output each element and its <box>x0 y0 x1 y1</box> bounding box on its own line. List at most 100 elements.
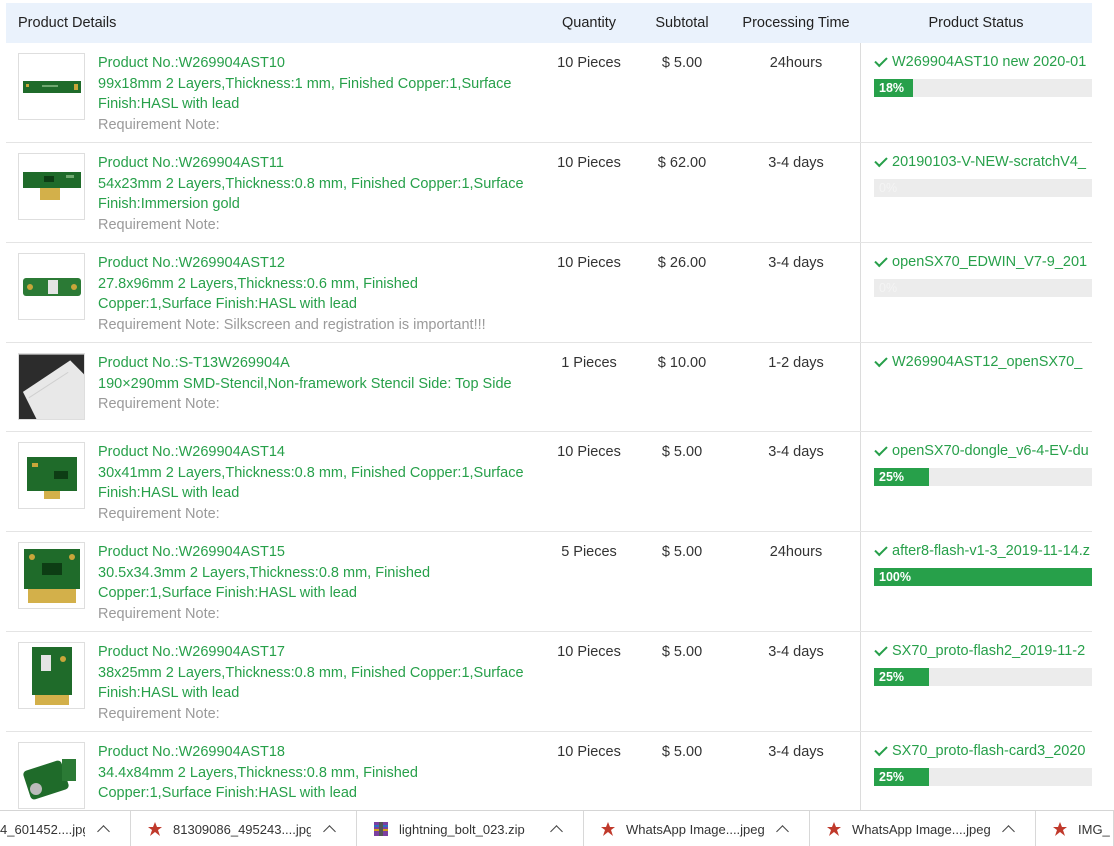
product-details-cell: Product No.:W269904AST11 54x23mm 2 Layer… <box>6 143 546 242</box>
product-thumbnail[interactable] <box>18 353 85 420</box>
subtotal-cell: $ 5.00 <box>661 644 703 660</box>
product-number[interactable]: Product No.:W269904AST11 <box>98 153 524 174</box>
product-spec-line1: 30.5x34.3mm 2 Layers,Thickness:0.8 mm, F… <box>98 564 431 581</box>
product-number[interactable]: Product No.:W269904AST18 <box>98 742 418 763</box>
file-name-link[interactable]: W269904AST10 new 2020-01 <box>874 54 1092 70</box>
download-item[interactable]: WhatsApp Image....jpeg <box>584 811 810 846</box>
quantity-cell: 10 Pieces <box>557 255 621 271</box>
chevron-up-icon[interactable] <box>776 825 789 838</box>
download-item[interactable]: 81309086_495243....jpg <box>131 811 357 846</box>
product-thumbnail[interactable] <box>18 642 85 709</box>
download-item[interactable]: lightning_bolt_023.zip <box>357 811 584 846</box>
processing-time-cell: 1-2 days <box>768 355 824 371</box>
product-number[interactable]: Product No.:S-T13W269904A <box>98 353 512 374</box>
progress-bar: 100% <box>874 568 1092 586</box>
table-row: Product No.:W269904AST14 30x41mm 2 Layer… <box>6 432 1092 532</box>
product-status-cell: SX70_proto-flash2_2019-11-2 25% <box>860 632 1092 731</box>
progress-bar: 0% <box>874 179 1092 197</box>
product-thumbnail[interactable] <box>18 742 85 809</box>
progress-bar: 25% <box>874 768 1092 786</box>
product-spec-line2: Finish:HASL with lead <box>98 685 240 701</box>
quantity-cell: 10 Pieces <box>557 744 621 760</box>
product-spec-line2: Copper:1,Surface Finish:HASL with lead <box>98 785 357 801</box>
image-file-icon <box>1053 822 1067 836</box>
product-thumbnail[interactable] <box>18 153 85 220</box>
quantity-cell: 5 Pieces <box>561 544 617 560</box>
download-item[interactable]: WhatsApp Image....jpeg <box>810 811 1036 846</box>
progress-bar: 25% <box>874 668 1092 686</box>
product-info: Product No.:W269904AST15 30.5x34.3mm 2 L… <box>98 542 430 631</box>
product-status-cell: openSX70_EDWIN_V7-9_201 0% <box>860 243 1092 342</box>
download-file-name: WhatsApp Image....jpeg <box>626 821 764 837</box>
product-thumbnail[interactable] <box>18 53 85 120</box>
download-item[interactable]: 4_601452....jpg <box>0 811 131 846</box>
product-number[interactable]: Product No.:W269904AST12 <box>98 253 486 274</box>
file-name-link[interactable]: after8-flash-v1-3_2019-11-14.z <box>874 543 1092 559</box>
file-name-link[interactable]: openSX70_EDWIN_V7-9_201 <box>874 254 1092 270</box>
table-row: Product No.:W269904AST18 34.4x84mm 2 Lay… <box>6 732 1092 812</box>
quantity-cell: 10 Pieces <box>557 644 621 660</box>
requirement-note: Requirement Note: Silkscreen and registr… <box>98 316 486 333</box>
table-row: Product No.:W269904AST15 30.5x34.3mm 2 L… <box>6 532 1092 632</box>
file-name-link[interactable]: openSX70-dongle_v6-4-EV-du <box>874 443 1092 459</box>
table-row: Product No.:W269904AST11 54x23mm 2 Layer… <box>6 143 1092 243</box>
chevron-up-icon[interactable] <box>1002 825 1015 838</box>
product-thumbnail[interactable] <box>18 542 85 609</box>
file-name-text: openSX70_EDWIN_V7-9_201 <box>892 254 1088 270</box>
product-spec-line2: Copper:1,Surface Finish:HASL with lead <box>98 296 357 312</box>
processing-time-cell: 3-4 days <box>768 644 824 660</box>
progress-label: 25% <box>879 470 905 484</box>
check-icon <box>874 643 888 657</box>
table-header: Product Details Quantity Subtotal Proces… <box>6 3 1092 43</box>
product-thumbnail[interactable] <box>18 253 85 320</box>
file-name-text: after8-flash-v1-3_2019-11-14.z <box>892 543 1091 559</box>
product-number[interactable]: Product No.:W269904AST14 <box>98 442 524 463</box>
product-spec-line2: Finish:Immersion gold <box>98 196 240 212</box>
subtotal-cell: $ 5.00 <box>661 444 703 460</box>
download-item[interactable]: IMG_ <box>1036 811 1114 846</box>
requirement-note: Requirement Note: <box>98 116 220 133</box>
file-name-link[interactable]: SX70_proto-flash-card3_2020 <box>874 743 1092 759</box>
product-info: Product No.:W269904AST14 30x41mm 2 Layer… <box>98 442 524 531</box>
progress-label: 0% <box>879 281 898 295</box>
product-status-cell: after8-flash-v1-3_2019-11-14.z 100% <box>860 532 1092 631</box>
product-spec-line1: 34.4x84mm 2 Layers,Thickness:0.8 mm, Fin… <box>98 764 418 781</box>
product-spec-line1: 99x18mm 2 Layers,Thickness:1 mm, Finishe… <box>98 75 512 92</box>
download-file-name: 4_601452....jpg <box>0 821 85 837</box>
image-file-icon <box>827 822 841 836</box>
file-name-link[interactable]: 20190103-V-NEW-scratchV4_ <box>874 154 1092 170</box>
chevron-up-icon[interactable] <box>323 825 336 838</box>
requirement-note: Requirement Note: <box>98 605 220 622</box>
subtotal-cell: $ 10.00 <box>657 355 707 371</box>
product-spec-line1: 190×290mm SMD-Stencil,Non-framework Sten… <box>98 375 512 392</box>
image-file-icon <box>601 822 615 836</box>
check-icon <box>874 54 888 68</box>
chevron-up-icon[interactable] <box>97 825 110 838</box>
product-info: Product No.:W269904AST10 99x18mm 2 Layer… <box>98 53 511 142</box>
file-name-link[interactable]: W269904AST12_openSX70_ <box>874 354 1092 370</box>
chevron-up-icon[interactable] <box>550 825 563 838</box>
check-icon <box>874 254 888 268</box>
table-body: Product No.:W269904AST10 99x18mm 2 Layer… <box>6 43 1092 812</box>
file-name-text: SX70_proto-flash2_2019-11-2 <box>892 643 1086 659</box>
check-icon <box>874 154 888 168</box>
table-row: Product No.:W269904AST12 27.8x96mm 2 Lay… <box>6 243 1092 343</box>
orders-table: Product Details Quantity Subtotal Proces… <box>6 3 1092 812</box>
download-file-name: IMG_ <box>1078 821 1110 837</box>
requirement-note: Requirement Note: <box>98 216 220 233</box>
product-spec-line1: 27.8x96mm 2 Layers,Thickness:0.6 mm, Fin… <box>98 275 418 292</box>
header-processing-time: Processing Time <box>742 15 850 31</box>
product-info: Product No.:S-T13W269904A 190×290mm SMD-… <box>98 353 512 431</box>
file-name-link[interactable]: SX70_proto-flash2_2019-11-2 <box>874 643 1092 659</box>
product-number[interactable]: Product No.:W269904AST10 <box>98 53 511 74</box>
archive-file-icon <box>374 822 388 836</box>
table-row: Product No.:S-T13W269904A 190×290mm SMD-… <box>6 343 1092 432</box>
product-spec-line2: Copper:1,Surface Finish:HASL with lead <box>98 585 357 601</box>
product-spec-line2: Finish:HASL with lead <box>98 96 240 112</box>
subtotal-cell: $ 62.00 <box>657 155 707 171</box>
product-thumbnail[interactable] <box>18 442 85 509</box>
product-details-cell: Product No.:W269904AST12 27.8x96mm 2 Lay… <box>6 243 546 342</box>
product-number[interactable]: Product No.:W269904AST15 <box>98 542 430 563</box>
product-number[interactable]: Product No.:W269904AST17 <box>98 642 524 663</box>
processing-time-cell: 3-4 days <box>768 255 824 271</box>
